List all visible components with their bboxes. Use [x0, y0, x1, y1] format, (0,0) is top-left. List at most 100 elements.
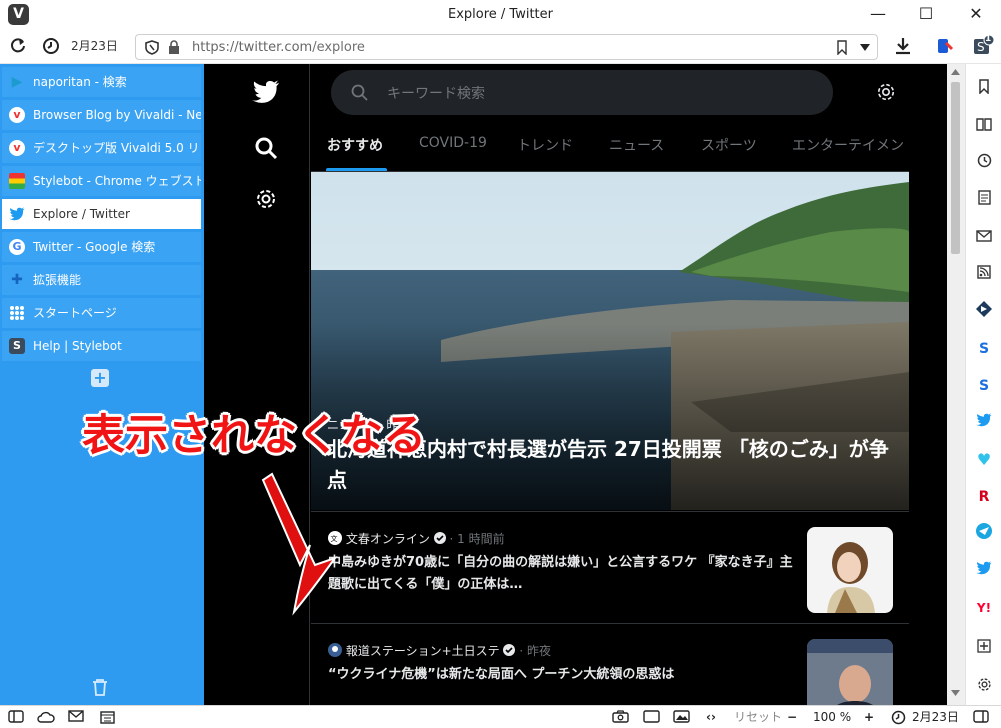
web-panel-rakuten-icon[interactable]: R	[972, 486, 996, 508]
settings-gear-icon[interactable]	[255, 188, 277, 210]
tab-item[interactable]: スタートページ	[2, 298, 201, 328]
search-icon	[351, 84, 368, 101]
web-panel-plane-icon[interactable]	[972, 523, 996, 545]
zoom-in-button[interactable]: +	[864, 710, 874, 725]
explore-search-icon[interactable]	[254, 136, 278, 160]
url-text[interactable]: https://twitter.com/explore	[192, 40, 365, 55]
tiling-icon[interactable]	[643, 710, 660, 725]
tab-item-active[interactable]: Explore / Twitter	[2, 199, 201, 229]
new-tab-button[interactable]: +	[91, 369, 109, 387]
side-panel-bar: S S ♥ R Y!	[965, 64, 1001, 705]
explore-settings-icon[interactable]	[876, 82, 896, 102]
scroll-down-icon[interactable]	[951, 690, 960, 696]
news-story[interactable]: 文 文春オンライン · 1 時間前 中島みゆきが70歳に「自分の曲の解説は嫌い」…	[311, 511, 909, 623]
tab-sports[interactable]: スポーツ	[701, 135, 757, 155]
verified-badge-icon	[433, 532, 446, 544]
clock-icon[interactable]	[891, 710, 906, 725]
story-source: 文 文春オンライン · 1 時間前	[328, 530, 505, 547]
svg-text:文: 文	[331, 534, 338, 543]
tracker-shield-icon[interactable]	[145, 40, 159, 55]
story-title: 中島みゆきが70歳に「自分の曲の解説は嫌い」と公言するワケ 『家なき子』主題歌に…	[328, 555, 793, 592]
bookmark-icon[interactable]	[836, 40, 848, 55]
webpage-twitter-explore: キーワード検索 おすすめ COVID-19 トレンド ニュース スポーツ エンタ…	[204, 64, 947, 705]
zoom-level[interactable]: 100 %	[813, 710, 851, 725]
stylebot-icon: S	[9, 338, 25, 354]
status-date[interactable]: 2月23日	[912, 710, 959, 725]
title-bar: V Explore / Twitter — ☐ ✕	[0, 0, 1001, 30]
capture-camera-icon[interactable]	[612, 710, 629, 725]
feeds-panel-icon[interactable]	[972, 264, 996, 286]
window-title: Explore / Twitter	[448, 7, 553, 22]
panel-settings-gear-icon[interactable]	[972, 677, 996, 699]
chevron-down-icon[interactable]	[860, 44, 870, 51]
page-scrollbar[interactable]	[947, 64, 965, 705]
scroll-up-icon[interactable]	[951, 69, 960, 75]
story-title: “ウクライナ危機”は新たな局面へ プーチン大統領の思惑は	[328, 667, 675, 682]
images-toggle-icon[interactable]	[673, 710, 690, 725]
extension-badge: 1	[985, 34, 992, 44]
scrollbar-thumb[interactable]	[951, 82, 960, 254]
news-story[interactable]: 報道ステーション+土日ステ · 昨夜 “ウクライナ危機”は新たな局面へ プーチン…	[311, 623, 909, 705]
mail-status-icon[interactable]	[68, 710, 84, 725]
twitter-search-input[interactable]: キーワード検索	[331, 70, 833, 115]
web-panel-diamond-icon[interactable]	[972, 301, 996, 323]
minimize-button[interactable]: —	[863, 3, 893, 25]
reading-list-icon[interactable]	[972, 116, 996, 138]
svg-text:S: S	[977, 40, 985, 54]
web-panel-twitter-icon[interactable]	[972, 412, 996, 434]
sync-cloud-icon[interactable]	[37, 710, 55, 725]
add-web-panel-icon[interactable]	[972, 638, 996, 660]
extension-icon[interactable]	[934, 34, 956, 58]
tab-item[interactable]: G Twitter - Google 検索	[2, 232, 201, 262]
story-source: 報道ステーション+土日ステ · 昨夜	[328, 642, 551, 659]
tab-news[interactable]: ニュース	[609, 135, 664, 155]
date-label: 2月23日	[71, 39, 118, 53]
trash-icon[interactable]	[92, 678, 108, 700]
tab-item[interactable]: S Help | Stylebot	[2, 331, 201, 361]
tab-item[interactable]: ✚ 拡張機能	[2, 265, 201, 295]
tab-label: Twitter - Google 検索	[33, 240, 156, 254]
puzzle-icon: ✚	[11, 272, 23, 288]
tab-label: スタートページ	[33, 306, 117, 320]
search-placeholder: キーワード検索	[387, 86, 485, 102]
close-button[interactable]: ✕	[961, 3, 991, 25]
tab-item[interactable]: Stylebot - Chrome ウェブストア	[2, 166, 201, 196]
web-panel-yahoo-icon[interactable]: Y!	[972, 597, 996, 619]
twitter-logo-icon[interactable]	[252, 80, 280, 104]
history-panel-icon[interactable]	[972, 153, 996, 175]
tab-label: Help | Stylebot	[33, 339, 122, 353]
story-time: · 1 時間前	[449, 532, 505, 546]
tab-trending[interactable]: トレンド	[517, 135, 573, 155]
lock-icon[interactable]	[168, 40, 180, 55]
tab-item[interactable]: v デスクトップ版 Vivaldi 5.0 リリー	[2, 133, 201, 163]
grid-icon	[10, 306, 24, 320]
tab-entertainment[interactable]: エンターテイメン	[792, 135, 904, 155]
page-actions-icon[interactable]: ‹›	[706, 710, 716, 725]
web-panel-twitter-icon[interactable]	[972, 560, 996, 582]
twitter-main: キーワード検索 おすすめ COVID-19 トレンド ニュース スポーツ エンタ…	[311, 64, 909, 705]
bookmarks-panel-icon[interactable]	[972, 79, 996, 101]
address-field[interactable]: https://twitter.com/explore	[135, 34, 878, 60]
panel-toggle-icon[interactable]	[8, 710, 24, 725]
tab-for-you[interactable]: おすすめ	[327, 135, 383, 155]
zoom-out-button[interactable]: −	[787, 710, 797, 725]
history-clock-icon[interactable]	[38, 34, 64, 58]
tab-item[interactable]: v Browser Blog by Vivaldi - Ne	[2, 100, 201, 130]
web-panel-heart-icon[interactable]: ♥	[972, 449, 996, 471]
stylebot-extension-icon[interactable]: S 1	[972, 34, 995, 58]
tab-item[interactable]: ▶ naporitan - 検索	[2, 67, 201, 97]
zoom-reset-button[interactable]: リセット	[734, 710, 782, 725]
address-bar: 2月23日 https://twitter.com/explore S 1	[0, 30, 1001, 64]
mail-panel-icon[interactable]	[972, 227, 996, 249]
calendar-icon[interactable]	[100, 710, 115, 725]
maximize-button[interactable]: ☐	[911, 3, 941, 25]
tab-covid[interactable]: COVID-19	[419, 135, 487, 151]
sidebar-toggle-icon[interactable]	[973, 710, 989, 725]
web-panel-s-icon[interactable]: S	[972, 338, 996, 360]
web-panel-s-icon[interactable]: S	[972, 375, 996, 397]
reload-icon[interactable]	[6, 34, 30, 58]
explore-tabs: おすすめ COVID-19 トレンド ニュース スポーツ エンターテイメン	[311, 120, 909, 172]
tab-label: Browser Blog by Vivaldi - Ne	[33, 108, 201, 122]
download-icon[interactable]	[893, 34, 913, 58]
notes-panel-icon[interactable]	[972, 190, 996, 212]
